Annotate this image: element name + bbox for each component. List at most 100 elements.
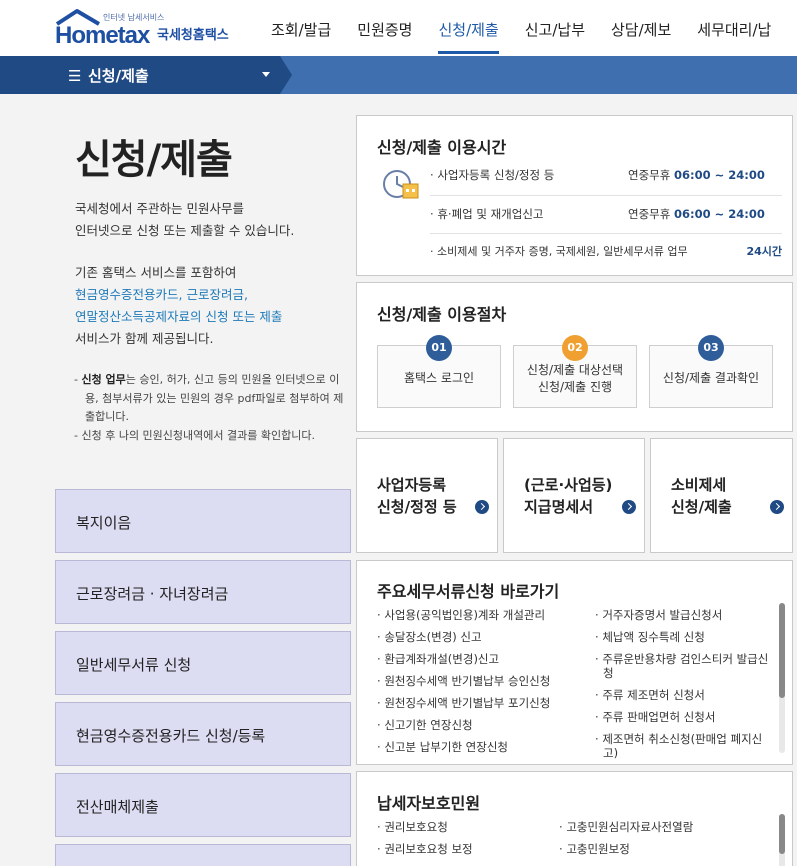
shortcut-link[interactable]: 환급계좌개설(변경)신고 — [377, 648, 587, 670]
arrow-right-circle-icon — [475, 500, 489, 514]
shortcut-list-right: 거주자증명서 발급신청서 체납액 징수특례 신청 주류운반용차량 검인스티커 발… — [595, 604, 773, 764]
divider — [430, 233, 782, 234]
shortcut-list-left: 사업용(공익법인용)계좌 개설관리 송달장소(변경) 신고 환급계좌개설(변경)… — [377, 604, 587, 758]
procedure-title: 신청/제출 이용절차 — [377, 305, 507, 324]
shortcut-link[interactable]: 주류 제조면허 신청서 — [595, 684, 773, 706]
caret-down-icon[interactable] — [262, 72, 270, 77]
protection-link[interactable]: 고충민원심리자료사전열람 — [559, 816, 759, 838]
page-title: 신청/제출 — [75, 137, 233, 183]
hours-label: 사업자등록 신청/정정 등 — [430, 168, 554, 182]
section-bar: ☰ 신청/제출 — [0, 56, 797, 94]
notice-item: - 신청 후 나의 민원신청내역에서 결과를 확인합니다. — [74, 428, 315, 442]
nav-tax-agent[interactable]: 세무대리/납 — [684, 0, 784, 56]
shortcut-link[interactable]: 원천징수세액 반기별납부 승인신청 — [377, 670, 587, 692]
tile-line: 지급명세서 — [524, 498, 594, 516]
tile-line: (근로·사업등) — [524, 476, 613, 494]
step-text: 홈택스 로그인 — [403, 371, 475, 385]
hours-row: 사업자등록 신청/정정 등 연중무휴 06:00 ~ 24:00 — [430, 167, 782, 183]
nav-consult-report[interactable]: 상담/제보 — [598, 0, 684, 56]
shortcut-link[interactable]: 주류 판매업면허 신청서 — [595, 706, 773, 728]
step-text: 신청/제출 진행 — [537, 379, 613, 394]
intro-highlight: 연말정산소득공제자료의 신청 또는 제출 — [75, 309, 283, 324]
step-number-badge: 01 — [426, 335, 452, 361]
hamburger-icon: ☰ — [68, 67, 82, 85]
procedure-panel: 신청/제출 이용절차 홈택스 로그인 신청/제출 대상선택 신청/제출 진행 신청… — [356, 282, 793, 432]
divider — [430, 195, 782, 196]
shortcut-link[interactable]: 송달장소(변경) 신고 — [377, 626, 587, 648]
intro-line: 인터넷으로 신청 또는 제출할 수 있습니다. — [75, 223, 295, 238]
menu-general-documents[interactable]: 일반세무서류 신청 — [55, 631, 351, 695]
hours-time: 06:00 ~ 24:00 — [673, 207, 765, 221]
notice-text: 신청 후 나의 민원신청내역에서 결과를 확인합니다. — [81, 428, 315, 442]
hometax-logo[interactable]: 인터넷 납세서비스 Hometax 국세청홈택스 — [55, 8, 245, 50]
menu-cash-receipt-card[interactable]: 현금영수증전용카드 신청/등록 — [55, 702, 351, 766]
nav-application[interactable]: 신청/제출 — [425, 0, 511, 56]
shortcuts-title: 주요세무서류신청 바로가기 — [377, 582, 560, 601]
notice-item: - 신청 업무는 승인, 허가, 신고 등의 민원을 인터넷으로 이용, 첨부서… — [74, 373, 344, 423]
shortcuts-scrollbar[interactable] — [779, 603, 785, 753]
main-nav: 조회/발급 민원증명 신청/제출 신고/납부 상담/제보 세무대리/납 — [258, 0, 784, 56]
nav-filing-payment[interactable]: 신고/납부 — [512, 0, 598, 56]
protection-list-right: 고충민원심리자료사전열람 고충민원보정 — [559, 816, 759, 860]
bar-arrow — [280, 56, 292, 94]
protection-scrollbar[interactable] — [779, 814, 785, 866]
arrow-right-circle-icon — [770, 500, 784, 514]
menu-dropdown-label[interactable]: ☰ 신청/제출 — [68, 65, 149, 86]
protection-link[interactable]: 권리보호요청 — [377, 816, 557, 838]
tile-text: 사업자등록 신청/정정 등 — [377, 474, 457, 518]
notice-bold: 신청 업무 — [81, 373, 126, 386]
intro-line: 서비스가 함께 제공됩니다. — [75, 331, 214, 346]
tile-payment-statement[interactable]: (근로·사업등) 지급명세서 — [503, 438, 645, 553]
intro-text: 국세청에서 주관하는 민원사무를 인터넷으로 신청 또는 제출할 수 있습니다.… — [75, 198, 345, 350]
taxpayer-protection-panel: 납세자보호민원 권리보호요청 권리보호요청 보정 고충민원심리자료사전열람 고충… — [356, 771, 793, 866]
shortcut-link[interactable]: 신고기한 연장신청 — [377, 714, 587, 736]
menu-welfare[interactable]: 복지이음 — [55, 489, 351, 553]
scrollbar-thumb[interactable] — [779, 603, 785, 698]
step-number-badge: 03 — [698, 335, 724, 361]
nav-inquiry[interactable]: 조회/발급 — [258, 0, 344, 56]
notice-list: - 신청 업무는 승인, 허가, 신고 등의 민원을 인터넷으로 이용, 첨부서… — [74, 371, 349, 445]
top-header: 인터넷 납세서비스 Hometax 국세청홈택스 조회/발급 민원증명 신청/제… — [0, 0, 797, 56]
tile-text: (근로·사업등) 지급명세서 — [524, 474, 612, 518]
shortcut-link[interactable]: 사업용(공익법인용)계좌 개설관리 — [377, 604, 587, 626]
hours-value: 24시간 — [746, 243, 782, 259]
shortcut-link[interactable]: 제조면허 취소신청(판매업 폐지신고) — [595, 728, 773, 764]
hours-label: 소비제세 및 거주자 증명, 국제세원, 일반세무서류 업무 — [430, 245, 688, 258]
nav-certificate[interactable]: 민원증명 — [344, 0, 425, 56]
hours-row: 소비제세 및 거주자 증명, 국제세원, 일반세무서류 업무 24시간 — [430, 243, 782, 259]
tile-consumption-tax[interactable]: 소비제세 신청/제출 — [650, 438, 793, 553]
protection-title: 납세자보호민원 — [377, 794, 481, 813]
tile-business-registration[interactable]: 사업자등록 신청/정정 등 — [356, 438, 498, 553]
tile-text: 소비제세 신청/제출 — [671, 474, 732, 518]
logo-korean-name: 국세청홈택스 — [157, 28, 229, 43]
hours-row: 휴·폐업 및 재개업신고 연중무휴 06:00 ~ 24:00 — [430, 206, 782, 222]
shortcuts-panel: 주요세무서류신청 바로가기 사업용(공익법인용)계좌 개설관리 송달장소(변경)… — [356, 560, 793, 765]
protection-link[interactable]: 고충민원보정 — [559, 838, 759, 860]
shortcut-link[interactable]: 체납액 징수특례 신청 — [595, 626, 773, 648]
hours-label: 휴·폐업 및 재개업신고 — [430, 207, 544, 221]
shortcut-link[interactable]: 주류운반용차량 검인스티커 발급신청 — [595, 648, 773, 684]
hours-prefix: 연중무휴 — [628, 168, 674, 182]
shortcut-link[interactable]: 신고분 납부기한 연장신청 — [377, 736, 587, 758]
protection-link[interactable]: 권리보호요청 보정 — [377, 838, 557, 860]
hours-value: 연중무휴 06:00 ~ 24:00 — [628, 206, 765, 222]
hours-time: 06:00 ~ 24:00 — [673, 168, 765, 182]
intro-line: 기존 홈택스 서비스를 포함하여 — [75, 265, 237, 280]
step-number-badge: 02 — [562, 335, 588, 361]
hours-value: 연중무휴 06:00 ~ 24:00 — [628, 167, 765, 183]
arrow-right-circle-icon — [622, 500, 636, 514]
hours-prefix: 연중무휴 — [628, 207, 674, 221]
hours-panel: 신청/제출 이용시간 사업자등록 신청/정정 등 연중무휴 06:00 ~ 24… — [356, 115, 793, 276]
clock-calendar-icon — [383, 170, 419, 199]
hours-title: 신청/제출 이용시간 — [377, 138, 507, 157]
intro-highlight: 현금영수증전용카드, 근로장려금, — [75, 287, 248, 302]
step-text: 신청/제출 대상선택 — [526, 362, 624, 377]
tile-line: 신청/정정 등 — [377, 498, 457, 516]
shortcut-link[interactable]: 거주자증명서 발급신청서 — [595, 604, 773, 626]
menu-earned-income-credit[interactable]: 근로장려금 · 자녀장려금 — [55, 560, 351, 624]
menu-electronic-media[interactable]: 전산매체제출 — [55, 773, 351, 837]
scrollbar-thumb[interactable] — [779, 814, 785, 854]
shortcut-link[interactable]: 원천징수세액 반기별납부 포기신청 — [377, 692, 587, 714]
menu-more[interactable] — [55, 844, 351, 866]
